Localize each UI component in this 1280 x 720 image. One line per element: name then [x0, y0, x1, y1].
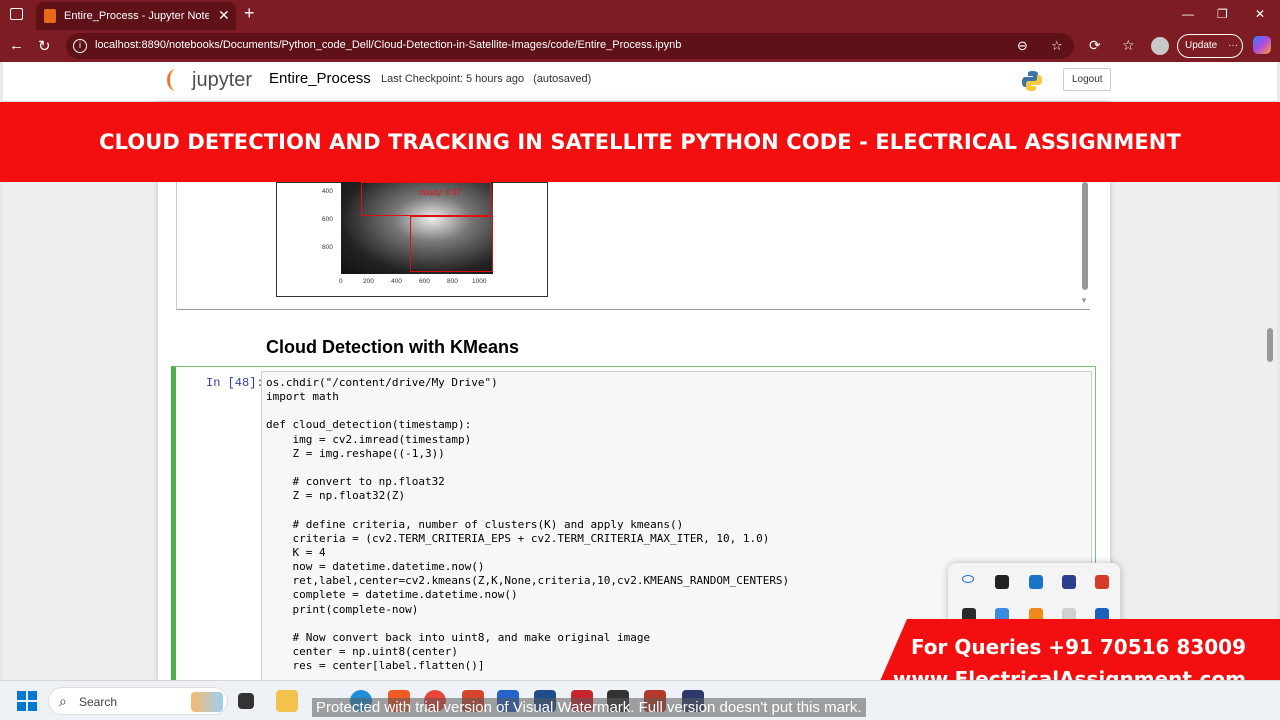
maximize-icon[interactable]: ❐	[1217, 7, 1228, 21]
app-k-icon[interactable]	[1029, 575, 1043, 589]
tab-close-icon[interactable]: ✕	[218, 7, 230, 24]
new-tab-button[interactable]: +	[244, 3, 255, 24]
browser-tab-bar: Entire_Process - Jupyter Notebook ✕ + — …	[0, 0, 1280, 30]
section-heading: Cloud Detection with KMeans	[266, 337, 520, 357]
browser-toolbar: ← ↻ i localhost:8890/notebooks/Documents…	[0, 30, 1280, 62]
y-tick-label: 800	[322, 244, 333, 251]
y-tick-label: 600	[322, 216, 333, 223]
task-view-icon[interactable]	[238, 693, 254, 709]
x-tick-label: 800	[447, 278, 458, 285]
site-info-icon[interactable]: i	[73, 39, 87, 53]
checkpoint-text: Last Checkpoint: 5 hours ago	[381, 73, 525, 85]
reload-icon[interactable]: ↻	[38, 37, 51, 55]
close-window-icon[interactable]: ✕	[1255, 7, 1265, 21]
url-text[interactable]: localhost:8890/notebooks/Documents/Pytho…	[95, 39, 681, 51]
jupyter-logo-text[interactable]: jupyter	[192, 69, 252, 92]
taskbar-search[interactable]: ⌕ Search	[48, 687, 228, 715]
python-logo-icon	[1022, 71, 1042, 91]
minimize-icon[interactable]: —	[1182, 7, 1194, 21]
extensions-icon[interactable]: ⟳	[1089, 37, 1101, 54]
window-menu-icon[interactable]	[10, 8, 23, 20]
detection-label: cloudy: 0.97	[418, 188, 462, 197]
x-tick-label: 400	[391, 278, 402, 285]
browser-tab-active[interactable]: Entire_Process - Jupyter Notebook ✕	[36, 2, 236, 30]
scroll-down-arrow-icon[interactable]: ▼	[1080, 296, 1088, 305]
more-icon: ···	[1228, 40, 1239, 51]
update-button[interactable]: Update ···	[1177, 34, 1243, 58]
detection-box	[410, 216, 493, 272]
app-m-icon[interactable]	[995, 575, 1009, 589]
address-bar[interactable]: i localhost:8890/notebooks/Documents/Pyt…	[66, 33, 1074, 59]
favorite-star-icon[interactable]: ☆	[1051, 38, 1063, 54]
contact-phone: For Queries +91 70516 83009	[910, 635, 1246, 659]
search-label: Search	[79, 695, 118, 709]
onedrive-icon[interactable]	[962, 575, 974, 583]
reader-mode-icon[interactable]: ⊖	[1017, 38, 1028, 54]
cell-prompt: In [48]:	[206, 376, 264, 390]
notebook-name[interactable]: Entire_Process	[269, 70, 371, 87]
favorites-icon[interactable]: ☆	[1122, 37, 1135, 54]
update-label: Update	[1185, 40, 1218, 51]
jupyter-favicon-icon	[44, 9, 56, 23]
page-scrollbar[interactable]	[1267, 328, 1273, 362]
x-tick-label: 1000	[472, 278, 487, 285]
autosave-text: (autosaved)	[533, 73, 592, 85]
code-text[interactable]: os.chdir("/content/drive/My Drive") impo…	[266, 376, 789, 673]
profile-avatar[interactable]	[1151, 37, 1169, 55]
jupyter-header: jupyter Entire_Process Last Checkpoint: …	[3, 62, 1277, 102]
search-highlight-icon	[191, 692, 223, 712]
back-icon[interactable]: ←	[9, 37, 24, 54]
trial-watermark: Protected with trial version of Visual W…	[312, 698, 866, 717]
x-tick-label: 200	[363, 278, 374, 285]
search-icon: ⌕	[59, 693, 67, 709]
checkpoint-status: Last Checkpoint: 5 hours ago (autosaved)	[381, 73, 591, 85]
app-tray-icon[interactable]	[1062, 575, 1076, 589]
logout-button[interactable]: Logout	[1063, 68, 1111, 91]
copilot-icon[interactable]	[1253, 36, 1271, 54]
x-tick-label: 600	[419, 278, 430, 285]
output-scrollbar[interactable]	[1082, 182, 1088, 290]
y-tick-label: 400	[322, 188, 333, 195]
app-b-icon[interactable]	[1095, 575, 1109, 589]
tab-title: Entire_Process - Jupyter Notebook	[64, 10, 209, 22]
windows-start-icon[interactable]	[17, 691, 37, 711]
file-explorer-icon[interactable]	[276, 690, 298, 712]
jupyter-logo-icon	[167, 69, 185, 91]
x-tick-label: 0	[339, 278, 343, 285]
title-banner: CLOUD DETECTION AND TRACKING IN SATELLIT…	[0, 102, 1280, 182]
